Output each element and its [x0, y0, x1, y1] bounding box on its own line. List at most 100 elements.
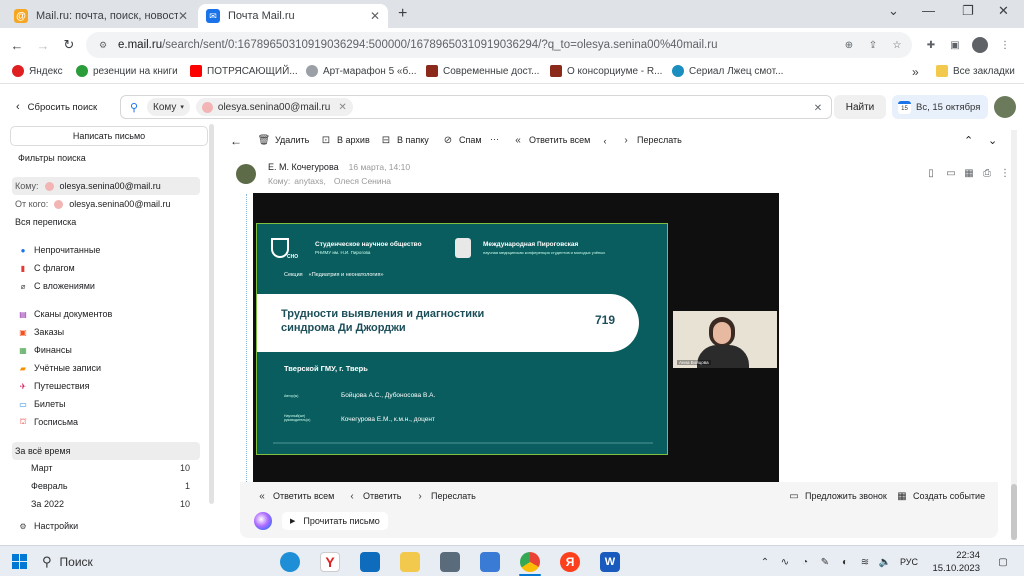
search-input[interactable]: ⚲ Кому ▾ olesya.senina00@mail.ru ✕ ✕ — [120, 95, 832, 119]
reply-icon[interactable]: ‹ — [598, 134, 612, 148]
sender-name[interactable]: Е. М. Кочегурова — [268, 162, 339, 172]
file-explorer-icon[interactable] — [400, 552, 420, 572]
bookmark-reviews[interactable]: резенции на книги — [76, 65, 178, 77]
browser-menu-icon[interactable]: ⋮ — [998, 38, 1012, 52]
tray-icon[interactable]: ✎ — [818, 555, 832, 569]
category-travel[interactable]: ✈ Путешествия — [12, 377, 200, 395]
mail-app-icon[interactable] — [360, 552, 380, 572]
address-bar[interactable]: ⚙ e.mail.ru /search/sent/0:1678965031091… — [86, 32, 912, 58]
sidebar-scrollbar[interactable] — [209, 124, 214, 504]
find-button[interactable]: Найти — [834, 95, 886, 119]
calculator-icon[interactable] — [440, 552, 460, 572]
new-tab-plus-icon[interactable]: + — [398, 5, 407, 23]
windows-start-icon[interactable] — [12, 554, 27, 569]
store-icon[interactable] — [480, 552, 500, 572]
remove-chip-icon[interactable]: ✕ — [338, 102, 346, 113]
delete-button[interactable]: 🗑 Удалить — [258, 134, 310, 146]
all-correspondence[interactable]: Вся переписка — [12, 213, 200, 231]
bookmark-series[interactable]: Сериал Лжец смот... — [672, 65, 783, 77]
more-vertical-icon[interactable]: ⋮ — [998, 166, 1012, 180]
profile-avatar[interactable] — [972, 37, 988, 53]
taskbar-search[interactable]: ⚲ Поиск — [42, 552, 268, 572]
back-arrow-icon[interactable]: ← — [230, 134, 242, 148]
chevron-up-icon[interactable]: ⌃ — [964, 134, 973, 147]
tab-mail[interactable]: ✉ Почта Mail.ru ✕ — [198, 4, 388, 28]
filter-unread[interactable]: ● Непрочитанные — [12, 241, 200, 259]
site-info-icon[interactable]: ⚙ — [96, 38, 110, 52]
close-tab-icon[interactable]: ✕ — [178, 9, 188, 23]
tray-icon[interactable]: ∿ — [778, 555, 792, 569]
restore-icon[interactable]: ❐ — [962, 3, 974, 19]
bookmark-art-marathon[interactable]: Арт-марафон 5 «б... — [306, 65, 417, 77]
back-arrow-icon[interactable]: ← — [10, 38, 24, 53]
video-call-icon[interactable]: ▭ — [944, 166, 958, 180]
minimize-icon[interactable]: — — [922, 3, 935, 18]
filter-flagged[interactable]: ▮ С флагом — [12, 259, 200, 277]
category-gov[interactable]: ⛫ Госписьма — [12, 413, 200, 431]
ai-assistant-orb-icon[interactable] — [254, 512, 272, 530]
filter-attachments[interactable]: ⌀ С вложениями — [12, 277, 200, 295]
email-chip[interactable]: olesya.senina00@mail.ru ✕ — [195, 98, 353, 116]
reload-icon[interactable]: ↻ — [62, 37, 76, 52]
bottom-reply-all-button[interactable]: «Ответить всем — [256, 490, 334, 502]
bottom-reply-button[interactable]: ‹ Ответить — [346, 490, 401, 502]
spam-button[interactable]: ⊘ Спам — [442, 134, 482, 146]
all-bookmarks[interactable]: Все закладки — [936, 65, 1015, 77]
bookmark-modern[interactable]: Современные дост... — [426, 65, 539, 77]
tray-chevron-icon[interactable]: ⌃ — [758, 555, 772, 569]
content-scrollbar[interactable] — [1011, 130, 1017, 540]
recipient-olesya[interactable]: Олеся Сенина — [334, 176, 391, 186]
filter-from[interactable]: От кого: olesya.senina00@mail.ru — [12, 195, 200, 213]
calendar-icon[interactable]: ▦ — [962, 166, 976, 180]
period-march[interactable]: Март 10 — [12, 459, 200, 477]
tab-list-chevron-icon[interactable]: ⌄ — [888, 3, 899, 19]
settings-link[interactable]: ⚙ Настройки — [12, 517, 200, 535]
volume-icon[interactable]: 🔈 — [878, 555, 892, 569]
share-icon[interactable]: ⇪ — [866, 38, 880, 52]
category-scans[interactable]: ▤ Сканы документов — [12, 305, 200, 323]
side-panel-icon[interactable]: ▣ — [948, 38, 962, 52]
bookmark-consortium[interactable]: О консорциуме - R... — [550, 65, 662, 77]
wifi-icon[interactable]: ≋ — [858, 555, 872, 569]
yandex-browser-icon[interactable]: Y — [320, 552, 340, 572]
clear-search-icon[interactable]: ✕ — [811, 101, 825, 115]
filter-chip-to[interactable]: Кому ▾ — [147, 98, 190, 116]
recipient-anytaxs[interactable]: anytaxs, — [294, 176, 326, 186]
tray-icon[interactable]: ◐ — [838, 555, 852, 569]
create-event-button[interactable]: ▦ Создать событие — [896, 490, 985, 502]
category-accounts[interactable]: ▰ Учётные записи — [12, 359, 200, 377]
tray-icon[interactable]: ◔ — [798, 555, 812, 569]
category-orders[interactable]: ▣ Заказы — [12, 323, 200, 341]
calendar-date-badge[interactable]: 15 Вс, 15 октября — [892, 95, 988, 119]
tab-mailru-portal[interactable]: @ Mail.ru: почта, поиск, новости, ✕ — [6, 4, 196, 28]
move-to-folder-button[interactable]: ⊟ В папку — [380, 134, 429, 146]
bookmark-yandex[interactable]: Яндекс — [12, 65, 63, 77]
video-player[interactable]: СНО Студенческое научное общество РНИМУ … — [253, 193, 779, 483]
word-icon[interactable]: W — [600, 552, 620, 572]
extensions-puzzle-icon[interactable]: ✚ — [924, 38, 938, 52]
language-indicator[interactable]: РУС — [900, 557, 918, 567]
bookmark-star-icon[interactable]: ☆ — [890, 38, 904, 52]
chevron-down-icon[interactable]: ⌄ — [988, 134, 997, 147]
close-tab-icon[interactable]: ✕ — [370, 9, 380, 23]
user-avatar[interactable] — [994, 96, 1016, 118]
notifications-icon[interactable]: ▢ — [996, 555, 1010, 569]
more-button[interactable]: ··· — [490, 134, 499, 144]
filter-to[interactable]: Кому: olesya.senina00@mail.ru — [12, 177, 200, 195]
reset-search-button[interactable]: ‹ Сбросить поиск — [16, 101, 97, 113]
category-finance[interactable]: ▦ Финансы — [12, 341, 200, 359]
forward-button[interactable]: › Переслать — [620, 134, 682, 146]
compose-button[interactable]: Написать письмо — [10, 126, 208, 146]
suggest-call-button[interactable]: ▭ Предложить звонок — [788, 490, 887, 502]
category-tickets[interactable]: ▭ Билеты — [12, 395, 200, 413]
bottom-forward-button[interactable]: › Переслать — [414, 490, 476, 502]
period-february[interactable]: Февраль 1 — [12, 477, 200, 495]
print-icon[interactable]: ⎙ — [980, 166, 994, 180]
bookmark-icon[interactable]: ▯ — [924, 166, 938, 180]
forward-arrow-icon[interactable]: → — [36, 38, 50, 53]
archive-button[interactable]: ⊡ В архив — [320, 134, 370, 146]
edge-icon[interactable] — [280, 552, 300, 572]
period-2022[interactable]: За 2022 10 — [12, 495, 200, 513]
yandex-icon[interactable]: Я — [560, 552, 580, 572]
zoom-icon[interactable]: ⊕ — [842, 38, 856, 52]
